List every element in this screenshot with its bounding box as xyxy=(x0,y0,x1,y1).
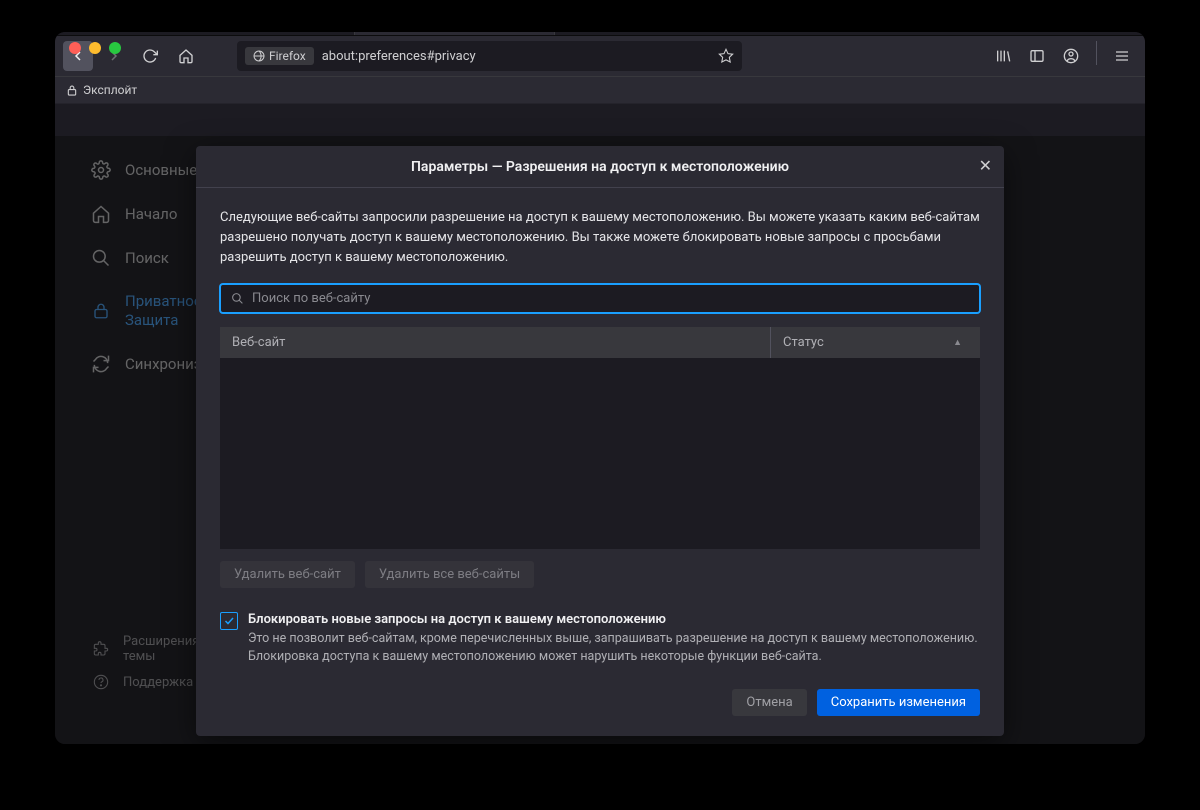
window-minimize-button[interactable] xyxy=(89,42,101,54)
column-header-site[interactable]: Веб-сайт xyxy=(220,335,770,350)
identity-label: Firefox xyxy=(269,49,306,63)
search-icon xyxy=(231,292,244,305)
window-close-button[interactable] xyxy=(69,42,81,54)
remove-all-sites-button[interactable]: Удалить все веб-сайты xyxy=(365,561,534,588)
url-text: about:preferences#privacy xyxy=(322,49,710,64)
new-tab-button[interactable]: + xyxy=(555,32,591,35)
search-input[interactable] xyxy=(252,291,969,306)
save-button[interactable]: Сохранить изменения xyxy=(817,689,980,716)
permissions-dialog: Параметры — Разрешения на доступ к место… xyxy=(196,146,1004,736)
home-button[interactable] xyxy=(171,41,201,71)
block-new-requests-description: Это не позволит веб-сайтам, кроме перечи… xyxy=(248,630,980,665)
dialog-title: Параметры — Разрешения на доступ к место… xyxy=(411,159,789,175)
url-bar[interactable]: Firefox about:preferences#privacy xyxy=(237,41,742,71)
block-new-requests-checkbox[interactable] xyxy=(220,612,238,630)
column-header-status[interactable]: Статус ▲ xyxy=(770,327,980,358)
dialog-description: Следующие веб-сайты запросили разрешение… xyxy=(220,208,980,268)
toolbar-divider xyxy=(1096,41,1097,65)
bookmarks-toolbar: Эксплойт xyxy=(55,76,1145,104)
app-menu-button[interactable] xyxy=(1107,41,1137,71)
reload-button[interactable] xyxy=(135,41,165,71)
dialog-close-button[interactable]: ✕ xyxy=(979,156,992,175)
browser-window: Эксплойт ✕ Настройки ✕ + Firefox xyxy=(55,32,1145,744)
search-box[interactable] xyxy=(220,284,980,313)
remove-site-button[interactable]: Удалить веб-сайт xyxy=(220,561,355,588)
dialog-header: Параметры — Разрешения на доступ к место… xyxy=(196,146,1004,188)
library-button[interactable] xyxy=(988,41,1018,71)
tab-exploit[interactable]: Эксплойт ✕ xyxy=(155,32,355,35)
cancel-button[interactable]: Отмена xyxy=(732,689,806,716)
bookmark-item[interactable]: Эксплойт xyxy=(83,83,137,97)
account-button[interactable] xyxy=(1056,41,1086,71)
identity-box[interactable]: Firefox xyxy=(245,47,314,65)
tab-settings[interactable]: Настройки ✕ xyxy=(355,32,555,35)
sort-caret-icon: ▲ xyxy=(953,337,962,348)
bookmark-star-icon[interactable] xyxy=(718,48,734,64)
block-new-requests-label: Блокировать новые запросы на доступ к ва… xyxy=(248,612,980,627)
navigation-toolbar: Firefox about:preferences#privacy xyxy=(55,36,1145,76)
permissions-table-body xyxy=(220,359,980,549)
lock-icon xyxy=(67,85,77,96)
permissions-table-header: Веб-сайт Статус ▲ xyxy=(220,327,980,359)
sidebar-button[interactable] xyxy=(1022,41,1052,71)
dialog-scrim: Параметры — Разрешения на доступ к место… xyxy=(55,136,1145,744)
window-zoom-button[interactable] xyxy=(109,42,121,54)
